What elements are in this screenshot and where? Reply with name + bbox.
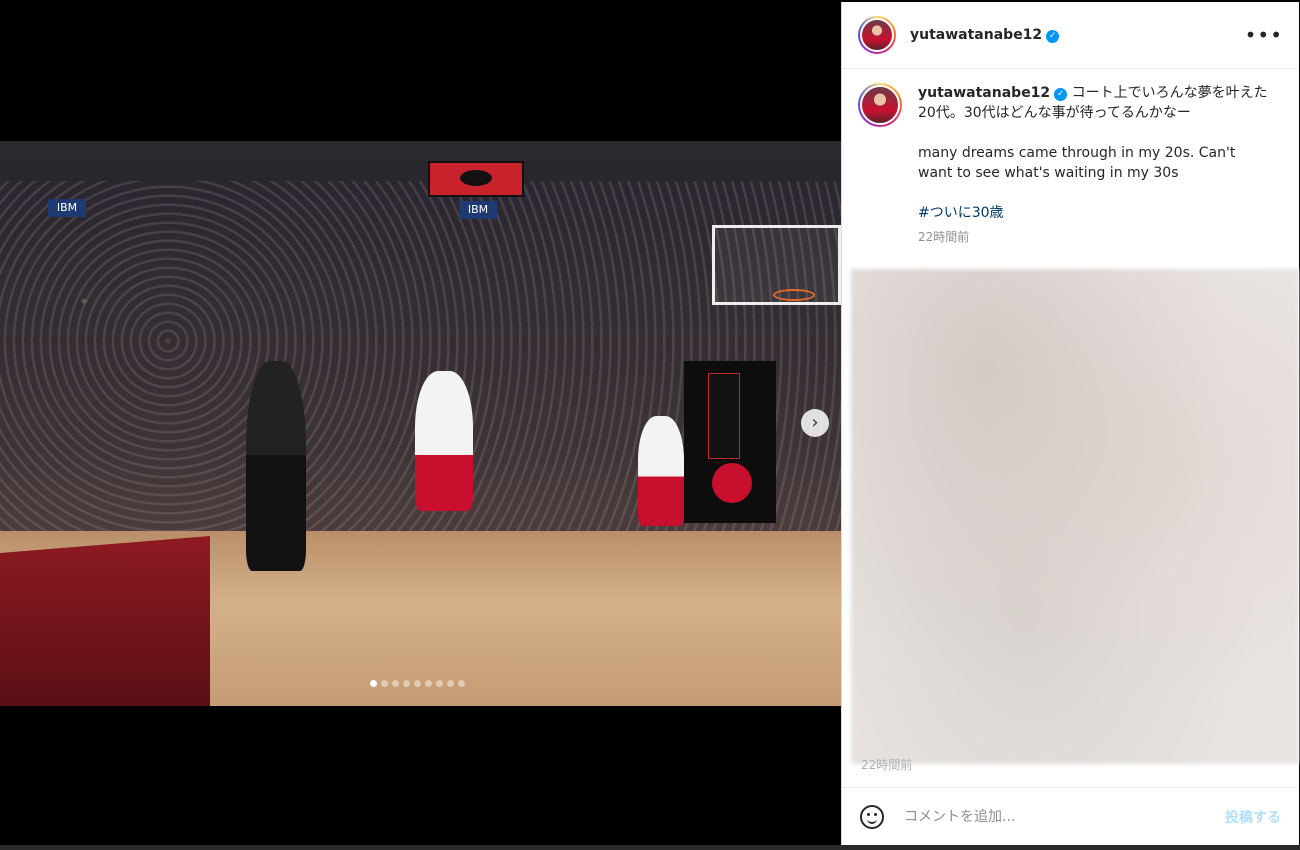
carousel-dot: [425, 680, 432, 687]
avatar[interactable]: [858, 83, 902, 127]
player-figure: [638, 416, 684, 526]
emoji-icon[interactable]: [860, 804, 884, 829]
post-header: yutawatanabe12 ✓ •••: [842, 2, 1299, 69]
caption-en: many dreams came through in my 20s. Can'…: [918, 145, 1236, 181]
carousel-dot: [403, 680, 410, 687]
ibm-sign: IBM: [48, 199, 86, 217]
comment-input[interactable]: [902, 807, 1186, 826]
carousel-dot: [392, 680, 399, 687]
header-username[interactable]: yutawatanabe12 ✓: [910, 27, 1060, 43]
page-bottom-strip: [0, 845, 1300, 850]
raptors-logo-sign: [428, 161, 524, 197]
username-text[interactable]: yutawatanabe12: [910, 27, 1042, 43]
carousel-dot: [436, 680, 443, 687]
caption-ja-line: yutawatanabe12 ✓ コート上でいろんな夢を叶えた20代。30代はどん…: [918, 83, 1268, 123]
pointsbet-sign: [708, 373, 740, 459]
verified-badge-icon: ✓: [1054, 88, 1068, 101]
hoop-rim: [773, 289, 815, 301]
caption-username[interactable]: yutawatanabe12: [918, 85, 1050, 101]
blurred-comments-region: [851, 269, 1299, 764]
carousel-dot: [414, 680, 421, 687]
avatar-image: [860, 18, 894, 52]
ibm-sign: IBM: [459, 201, 497, 219]
caption: yutawatanabe12 ✓ コート上でいろんな夢を叶えた20代。30代はどん…: [842, 69, 1299, 247]
carousel-dot: [458, 680, 465, 687]
hashtag-link[interactable]: #ついに30歳: [918, 203, 1268, 223]
more-options-icon[interactable]: •••: [1245, 23, 1283, 47]
post-comment-button[interactable]: 投稿する: [1225, 807, 1281, 827]
carousel-dot: [381, 680, 388, 687]
faded-timestamp: 22時間前: [861, 758, 913, 772]
avatar[interactable]: [858, 16, 896, 54]
post-timestamp[interactable]: 22時間前: [918, 227, 1268, 247]
player-18-figure: [415, 371, 473, 511]
verified-badge-icon: ✓: [1046, 30, 1060, 43]
court-red-paint: [0, 536, 210, 706]
avatar-image: [860, 85, 900, 125]
carousel-dot: [447, 680, 454, 687]
chevron-right-icon[interactable]: ›: [801, 409, 829, 437]
air-canada-logo: [712, 463, 752, 503]
referee-figure: [246, 361, 306, 571]
post-detail-panel: yutawatanabe12 ✓ ••• yutawatanabe12 ✓ コート上…: [841, 2, 1299, 845]
post-photo[interactable]: IBM IBM: [0, 141, 841, 706]
caption-body: yutawatanabe12 ✓ コート上でいろんな夢を叶えた20代。30代はどん…: [918, 83, 1268, 247]
carousel-dot: [370, 680, 377, 687]
comment-bar: 投稿する: [842, 787, 1299, 845]
carousel-dots: [370, 680, 465, 687]
media-area: IBM IBM ›: [0, 0, 841, 850]
